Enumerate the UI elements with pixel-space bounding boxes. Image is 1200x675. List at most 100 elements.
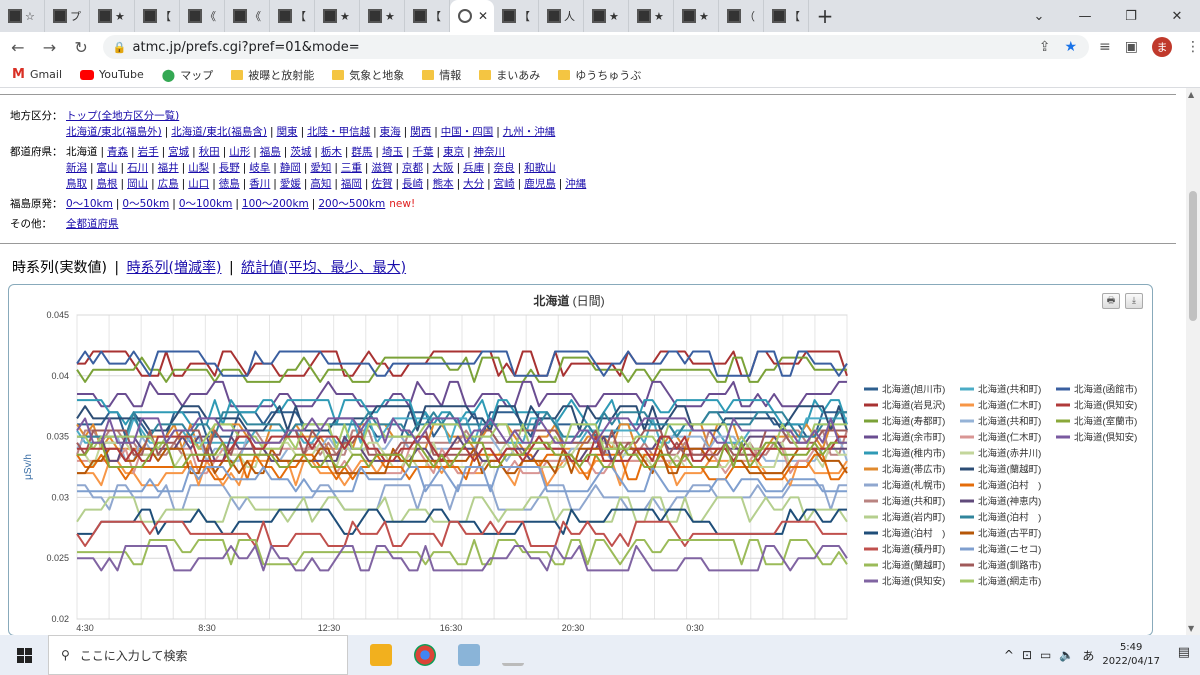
prefs1-link[interactable]: 青森	[107, 146, 128, 158]
prefs2-link[interactable]: 滋賀	[371, 162, 392, 174]
tab[interactable]: ★	[315, 0, 360, 32]
close-window-button[interactable]: ✕	[1154, 0, 1200, 32]
tab[interactable]: ★	[674, 0, 719, 32]
prefs1-link[interactable]: 秋田	[199, 146, 220, 158]
clock[interactable]: 5:49 2022/04/17	[1102, 641, 1160, 669]
network-icon[interactable]: ⊡	[1022, 648, 1032, 662]
download-icon[interactable]: ⤓	[1125, 293, 1143, 309]
prefs3-link[interactable]: 徳島	[219, 178, 240, 190]
menu-icon[interactable]: ⋮	[1186, 39, 1200, 55]
file-explorer-icon[interactable]	[370, 644, 392, 666]
tab[interactable]: 【	[764, 0, 809, 32]
tab[interactable]: 【	[405, 0, 450, 32]
prefs1-link[interactable]: 山形	[229, 146, 250, 158]
prefs3-link[interactable]: 広島	[158, 178, 179, 190]
tab[interactable]: 【	[135, 0, 180, 32]
bookmark-item[interactable]: 被曝と放射能	[231, 67, 314, 83]
forward-button[interactable]: →	[36, 38, 64, 57]
bookmark-item[interactable]: ゆうちゅうぶ	[558, 67, 641, 83]
prefs2-link[interactable]: 和歌山	[524, 162, 556, 174]
bookmark-star-icon[interactable]: ★	[1064, 39, 1077, 55]
all-prefs-link[interactable]: 全都道府県	[66, 218, 119, 230]
prefs2-link[interactable]: 山梨	[188, 162, 209, 174]
tab[interactable]: ☆	[0, 0, 45, 32]
minimize-button[interactable]: —	[1062, 0, 1108, 32]
prefs2-link[interactable]: 愛知	[310, 162, 331, 174]
close-tab-icon[interactable]: ✕	[478, 9, 488, 23]
tab[interactable]: ★	[360, 0, 405, 32]
tab[interactable]: 《	[180, 0, 225, 32]
prefs3-link[interactable]: 愛媛	[280, 178, 301, 190]
avatar[interactable]: ま	[1152, 37, 1172, 57]
prefs1-link[interactable]: 東京	[443, 146, 464, 158]
prefs2-link[interactable]: 富山	[97, 162, 118, 174]
prefs3-link[interactable]: 沖縄	[565, 178, 586, 190]
prefs2-link[interactable]: 大阪	[433, 162, 454, 174]
tab-search-icon[interactable]: ⌄	[1016, 0, 1062, 32]
regions-link[interactable]: 中国・四国	[441, 126, 494, 138]
fukushima-link[interactable]: 200～500km	[318, 198, 385, 210]
tab[interactable]: プ	[45, 0, 90, 32]
tab[interactable]: ★	[90, 0, 135, 32]
prefs3-link[interactable]: 高知	[310, 178, 331, 190]
regions-link[interactable]: 北海道/東北(福島外)	[66, 126, 162, 138]
fukushima-link[interactable]: 100～200km	[242, 198, 309, 210]
scroll-up-icon[interactable]: ▲	[1188, 90, 1194, 99]
prefs3-link[interactable]: 熊本	[433, 178, 454, 190]
bookmark-item[interactable]: 気象と地象	[332, 67, 404, 83]
prefs2-link[interactable]: 石川	[127, 162, 148, 174]
prefs2-link[interactable]: 岐阜	[249, 162, 270, 174]
prefs1-link[interactable]: 福島	[260, 146, 281, 158]
prefs2-link[interactable]: 静岡	[280, 162, 301, 174]
prefs2-link[interactable]: 福井	[158, 162, 179, 174]
battery-icon[interactable]: ▭	[1040, 648, 1051, 662]
prefs3-link[interactable]: 鹿児島	[524, 178, 556, 190]
bookmark-item[interactable]: M Gmail	[12, 67, 62, 82]
prefs2-link[interactable]: 長野	[219, 162, 240, 174]
prefs1-link[interactable]: 岩手	[138, 146, 159, 158]
scrollbar-thumb[interactable]	[1189, 191, 1197, 321]
regions-link[interactable]: 東海	[380, 126, 401, 138]
prefs1-link[interactable]: 千葉	[413, 146, 434, 158]
fukushima-link[interactable]: 0～100km	[179, 198, 233, 210]
taskbar-search[interactable]: ⚲ ここに入力して検索	[48, 635, 348, 675]
prefs1-link[interactable]: 群馬	[351, 146, 372, 158]
fukushima-link[interactable]: 0～50km	[122, 198, 169, 210]
print-icon[interactable]: 🖶	[1102, 293, 1120, 309]
share-icon[interactable]: ⇪	[1039, 39, 1051, 55]
prefs3-link[interactable]: 山口	[188, 178, 209, 190]
url-text[interactable]: atmc.jp/prefs.cgi?pref=01&mode=	[133, 40, 360, 55]
regions-link[interactable]: 関東	[277, 126, 298, 138]
prefs1-link[interactable]: 宮城	[168, 146, 189, 158]
back-button[interactable]: ←	[4, 38, 32, 57]
new-tab-button[interactable]: +	[809, 4, 841, 28]
prefs3-link[interactable]: 長崎	[402, 178, 423, 190]
side-panel-icon[interactable]: ▣	[1125, 39, 1138, 55]
prefs1-link[interactable]: 神奈川	[474, 146, 506, 158]
chrome-icon[interactable]	[414, 644, 436, 666]
prefs3-link[interactable]: 香川	[249, 178, 270, 190]
bookmark-item[interactable]: ⬤ マップ	[162, 67, 213, 83]
region-top-link[interactable]: トップ(全地方区分一覧)	[66, 110, 179, 122]
bookmark-item[interactable]: 情報	[422, 67, 461, 83]
reload-button[interactable]: ↻	[67, 38, 95, 57]
prefs3-link[interactable]: 福岡	[341, 178, 362, 190]
prefs2-link[interactable]: 奈良	[494, 162, 515, 174]
tab[interactable]: （	[719, 0, 764, 32]
bookmark-item[interactable]: まいあみ	[479, 67, 540, 83]
regions-link[interactable]: 北海道/東北(福島含)	[171, 126, 267, 138]
start-button[interactable]	[0, 647, 48, 663]
prefs3-link[interactable]: 島根	[97, 178, 118, 190]
tab-active[interactable]: ✕	[450, 0, 494, 32]
show-hidden-icons-icon[interactable]: ^	[1004, 648, 1014, 662]
prefs1-link[interactable]: 埼玉	[382, 146, 403, 158]
scroll-down-icon[interactable]: ▼	[1188, 624, 1194, 633]
prefs2-link[interactable]: 京都	[402, 162, 423, 174]
fukushima-link[interactable]: 0～10km	[66, 198, 113, 210]
app-icon[interactable]	[458, 644, 480, 666]
prefs3-link[interactable]: 鳥取	[66, 178, 87, 190]
regions-link[interactable]: 九州・沖縄	[503, 126, 556, 138]
prefs1-link[interactable]: 茨城	[290, 146, 311, 158]
notification-icon[interactable]: ▤	[1178, 645, 1190, 660]
bookmark-item[interactable]: YouTube	[80, 68, 144, 81]
